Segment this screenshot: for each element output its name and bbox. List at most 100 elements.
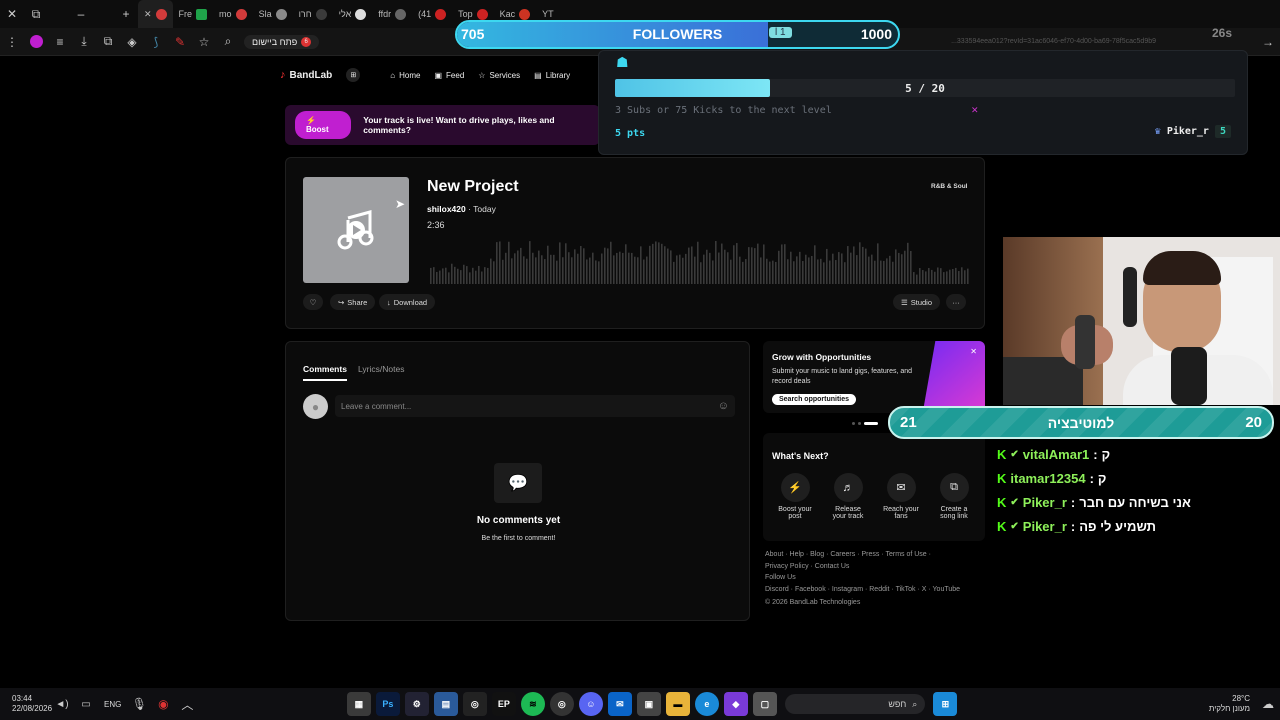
reach-your-fans[interactable]: ✉ Reach your fans (883, 473, 919, 520)
nav-feed[interactable]: ▣ Feed (434, 71, 464, 80)
search-icon[interactable]: ⌕ (216, 30, 240, 54)
open-in-app-button[interactable]: פתח ביישום 6 (244, 34, 320, 49)
track-artist[interactable]: shilox420 (427, 204, 466, 214)
waveform-bar (961, 267, 963, 284)
playlist-icon[interactable]: ≡ (48, 30, 72, 54)
close-icon[interactable]: ✕ (971, 105, 979, 116)
tab-favicon-icon (235, 8, 247, 20)
waveform-bar (820, 258, 822, 284)
favorite-star-icon[interactable]: ☆ (192, 30, 216, 54)
nav-home[interactable]: ⌂ Home (390, 71, 420, 80)
search-icon: ⌕ (912, 698, 918, 709)
app-file-explorer-icon[interactable]: ▬ (665, 692, 690, 716)
nav-services[interactable]: ☆ Services (478, 71, 520, 80)
tab-close-icon[interactable]: ✕ (144, 9, 152, 20)
profile-icon[interactable] (24, 30, 48, 54)
weather-widget[interactable]: 28°C מעונן חלקית (1209, 694, 1256, 714)
tab-6[interactable]: ffdr (372, 0, 412, 28)
taskbar-search[interactable]: חפש ⌕ (785, 694, 926, 714)
tab-comments[interactable]: Comments (303, 364, 347, 381)
carousel-dots[interactable] (852, 422, 878, 425)
search-opportunities-button[interactable]: Search opportunities (772, 394, 857, 405)
app-spotify-icon[interactable]: ≋ (520, 692, 545, 716)
waveform-bar (916, 274, 918, 284)
app-store-icon[interactable]: ▣ (636, 692, 661, 716)
app-obs-icon[interactable]: ◎ (462, 692, 487, 716)
footer-links-2[interactable]: Privacy Policy · Contact Us (765, 561, 985, 573)
app-edge-icon[interactable]: e (694, 692, 719, 716)
nav-library[interactable]: ▤ Library (534, 71, 570, 80)
app-epic-games-icon[interactable]: EP (491, 692, 516, 716)
network-icon[interactable]: ▭ (74, 692, 98, 716)
address-bar-url[interactable]: ...333594eea012?revId=31ac6046-ef70-4d00… (951, 38, 1156, 45)
waveform-bar (727, 252, 729, 284)
boost-your-post[interactable]: ⚡ Boost your post (777, 473, 813, 520)
level-hint: 3 Subs or 75 Kicks to the next level (615, 105, 832, 116)
app-discord-icon[interactable]: ☺ (578, 692, 603, 716)
kick-icon: K (997, 470, 1007, 486)
app-chrome-icon[interactable]: ◎ (549, 692, 574, 716)
apps-grid-icon[interactable]: ⊞ (346, 68, 361, 82)
close-icon[interactable]: ✕ (970, 347, 977, 356)
app-calculator-icon[interactable]: ▦ (346, 692, 371, 716)
back-arrow-icon[interactable]: → (1256, 30, 1280, 54)
tab-lyrics-notes[interactable]: Lyrics/Notes (358, 364, 404, 374)
mic-icon[interactable]: 🎙 (127, 692, 151, 716)
extensions-icon[interactable]: ⧉ (96, 30, 120, 54)
app-notepad-icon[interactable]: ▤ (433, 692, 458, 716)
app-office-icon[interactable]: ◆ (723, 692, 748, 716)
read-aloud-icon[interactable]: ⟆ (144, 30, 168, 54)
tab-2[interactable]: mo (213, 0, 253, 28)
release-your-track[interactable]: ♬ Release your track (830, 473, 866, 520)
app-mail-icon[interactable]: ✉ (607, 692, 632, 716)
waveform-bar (637, 257, 639, 284)
volume-icon[interactable]: ◄) (50, 692, 74, 716)
app-generic-icon[interactable]: ▢ (752, 692, 777, 716)
boost-button[interactable]: ⚡ Boost (295, 111, 352, 139)
chevron-up-icon[interactable]: ︿ (175, 692, 199, 716)
language-indicator[interactable]: ENG (98, 700, 127, 709)
waveform[interactable] (430, 236, 970, 284)
more-options-button[interactable]: ··· (946, 294, 966, 310)
clock[interactable]: 03:44 22/08/2026 (0, 694, 52, 714)
new-tab-icon[interactable]: + (114, 2, 138, 26)
comment-input[interactable]: Leave a comment... ☺ (335, 395, 735, 417)
tab-favicon-icon (315, 8, 327, 20)
social-links[interactable]: Discord · Facebook · Instagram · Reddit … (765, 584, 985, 596)
studio-button[interactable]: ☰ Studio (893, 294, 941, 310)
waveform-bar (550, 254, 552, 284)
start-windows-icon[interactable]: ⊞ (933, 692, 958, 716)
restore-icon[interactable]: ⧉ (24, 2, 48, 26)
waveform-bar (733, 245, 735, 284)
track-cover-art[interactable] (303, 177, 409, 283)
waveform-bar (682, 257, 684, 284)
tab-3[interactable]: Sla (253, 0, 293, 28)
share-button[interactable]: ↪ Share (330, 294, 376, 310)
tab-1[interactable]: Fre (173, 0, 214, 28)
download-button[interactable]: ↓ Download (379, 294, 436, 310)
level-points: 5 pts (615, 128, 646, 139)
antivirus-icon[interactable]: ◉ (151, 692, 175, 716)
create-song-link[interactable]: ⧉ Create a song link (936, 473, 972, 520)
genre-tag[interactable]: R&B & Soul (931, 183, 967, 190)
like-button[interactable]: ♡ (303, 294, 323, 310)
waveform-bar (562, 257, 564, 284)
app-photoshop-icon[interactable]: Ps (375, 692, 400, 716)
track-title: New Project (427, 178, 519, 195)
minimize-icon[interactable]: – (48, 2, 114, 26)
extension-red-icon[interactable]: ✎ (168, 30, 192, 54)
menu-dots-icon[interactable]: ⋮ (0, 30, 24, 54)
download-icon[interactable]: ⤓ (72, 30, 96, 54)
tab-7[interactable]: (41 (412, 0, 452, 28)
footer-links[interactable]: About · Help · Blog · Careers · Press · … (765, 549, 985, 561)
shield-icon[interactable]: ◈ (120, 30, 144, 54)
tab-5[interactable]: אלי (333, 0, 373, 28)
close-icon[interactable]: ✕ (0, 2, 24, 26)
track-date: Today (473, 204, 496, 214)
kick-icon: K (997, 494, 1007, 510)
emoji-icon[interactable]: ☺ (718, 400, 729, 412)
bandlab-logo[interactable]: ♪ BandLab (280, 69, 332, 81)
app-steam-icon[interactable]: ⚙ (404, 692, 429, 716)
tab-4[interactable]: חרו (293, 0, 333, 28)
active-tab[interactable]: ✕ (138, 0, 173, 28)
